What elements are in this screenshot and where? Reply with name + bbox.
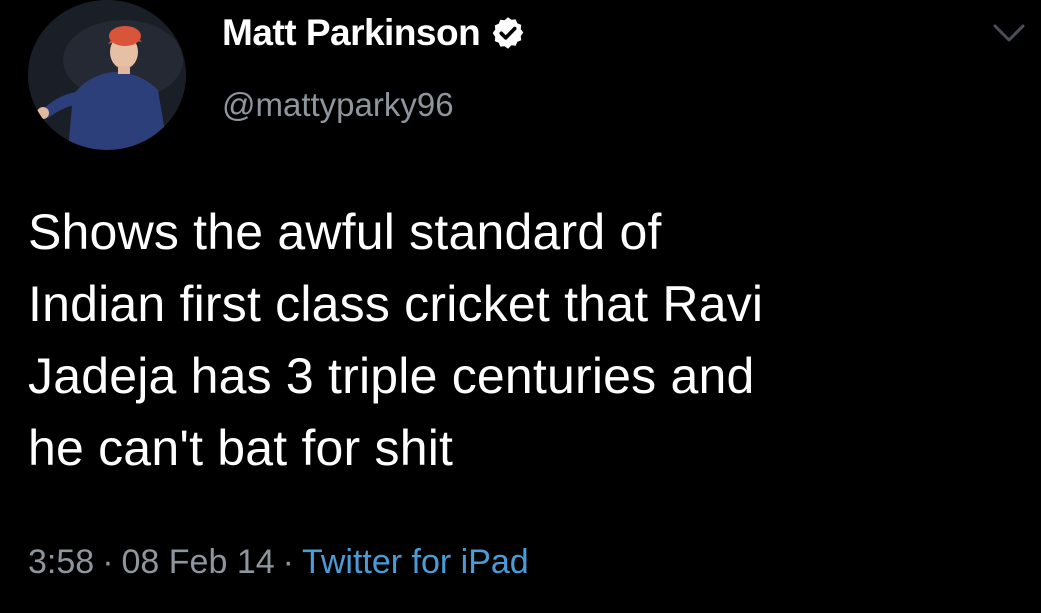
avatar-image	[28, 0, 186, 150]
meta-separator: ·	[282, 543, 294, 581]
author-handle[interactable]: @mattyparky96	[222, 86, 454, 124]
tweet-card: Matt Parkinson @mattyparky96 Shows the a…	[0, 0, 1041, 613]
verified-badge-icon	[490, 15, 526, 51]
chevron-down-icon[interactable]	[992, 22, 1026, 44]
tweet-source-link[interactable]: Twitter for iPad	[302, 543, 529, 582]
avatar[interactable]	[28, 0, 186, 150]
tweet-time[interactable]: 3:58	[28, 543, 94, 582]
tweet-date[interactable]: 08 Feb 14	[122, 543, 275, 582]
tweet-meta: 3:58 · 08 Feb 14 · Twitter for iPad	[28, 543, 529, 582]
meta-separator: ·	[102, 543, 114, 581]
author-name-row[interactable]: Matt Parkinson	[222, 12, 526, 54]
tweet-text: Shows the awful standard of Indian first…	[28, 204, 764, 476]
author-display-name[interactable]: Matt Parkinson	[222, 12, 481, 54]
